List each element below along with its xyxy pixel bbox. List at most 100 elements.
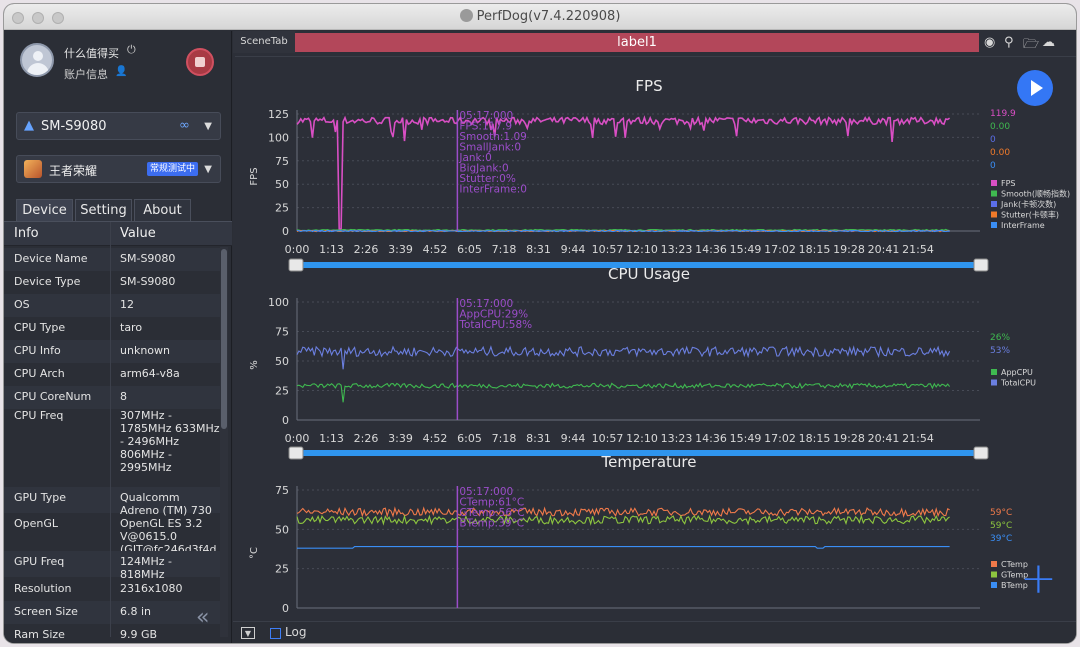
chart-title: FPS [635, 77, 662, 95]
collapse-sidebar-icon[interactable]: « [196, 605, 209, 630]
current-value-label: 0.00 [990, 122, 1010, 132]
series-line [297, 546, 950, 549]
account-info-link[interactable]: 账户信息 [64, 66, 108, 82]
link-icon[interactable]: ∞ [179, 118, 190, 133]
info-scrollbar[interactable] [220, 247, 228, 637]
legend-swatch [991, 201, 997, 207]
current-value-label: 0 [990, 135, 996, 145]
x-tick-label: 7:18 [492, 432, 517, 445]
y-tick-label: 25 [275, 202, 289, 215]
x-tick-label: 14:36 [695, 243, 727, 256]
x-tick-label: 15:49 [730, 432, 762, 445]
folder-icon[interactable]: 🗁 [1023, 35, 1039, 57]
x-tick-label: 4:52 [423, 432, 448, 445]
info-value: Qualcomm Adreno (TM) 730 [120, 491, 212, 517]
log-label: Log [285, 625, 307, 639]
legend-label: TotalCPU [1000, 379, 1036, 388]
current-value-label: 59°C [990, 521, 1012, 531]
x-tick-label: 3:39 [388, 243, 413, 256]
x-tick-label: 1:13 [319, 432, 344, 445]
chevron-down-icon: ▼ [204, 121, 212, 132]
info-key: CPU Arch [14, 367, 65, 380]
tab-setting[interactable]: Setting [75, 199, 132, 221]
range-slider-handle-left [288, 446, 304, 460]
x-tick-label: 9:44 [561, 243, 586, 256]
series-line [296, 514, 950, 526]
x-tick-label: 1:13 [319, 243, 344, 256]
chart-title: Temperature [600, 453, 696, 471]
expand-down-icon[interactable]: ▼ [241, 627, 255, 639]
x-tick-label: 8:31 [526, 243, 551, 256]
tab-device[interactable]: Device [16, 199, 73, 221]
cursor-readout: TotalCPU:58% [458, 319, 532, 331]
y-tick-label: 0 [282, 414, 289, 427]
sidebar: 什么值得买 ⏻ 账户信息 👤 ▲ SM-S9080 ∞ ▼ 王者荣耀 常规测试中… [4, 31, 232, 643]
range-slider-handle-right [973, 258, 989, 272]
x-tick-label: 20:41 [868, 432, 900, 445]
info-key: CPU Freq [14, 409, 64, 422]
x-tick-label: 19:28 [833, 432, 865, 445]
y-tick-label: 75 [275, 155, 289, 168]
legend-label: Stutter(卡顿率) [1001, 210, 1059, 220]
power-icon[interactable]: ⏻ [127, 43, 136, 57]
y-axis-label: °C [249, 547, 260, 559]
plus-icon[interactable]: + [1020, 557, 1057, 601]
current-value-label: 59°C [990, 508, 1012, 518]
series-line [296, 382, 951, 403]
charts-svg: FPS FPS 0 25 50 75 100 125 0:00 1:13 2:26 3:39 4:52 6… [249, 77, 1070, 643]
chart-title: CPU Usage [608, 265, 690, 283]
x-tick-label: 6:05 [457, 243, 482, 256]
info-value: 307MHz - 1785MHz 633MHz - 2496MHz 806MHz… [120, 409, 220, 474]
column-header-value: Value [120, 226, 156, 241]
device-name: SM-S9080 [41, 119, 107, 134]
device-selector[interactable]: ▲ SM-S9080 ∞ ▼ [16, 112, 221, 140]
info-value: 8 [120, 390, 127, 403]
y-tick-label: 0 [282, 225, 289, 238]
avatar[interactable] [20, 43, 54, 77]
info-value: 12 [120, 298, 134, 311]
info-value: SM-S9080 [120, 275, 176, 288]
y-tick-label: 50 [275, 355, 289, 368]
title-bar: PerfDog(v7.4.220908) [4, 4, 1076, 30]
pin-icon[interactable]: ⚲ [1004, 35, 1014, 50]
window-title: PerfDog(v7.4.220908) [476, 9, 621, 24]
x-tick-label: 2:26 [354, 432, 379, 445]
record-icon[interactable] [186, 48, 214, 76]
log-checkbox[interactable] [270, 628, 281, 639]
scene-tab[interactable]: SceneTab [233, 31, 295, 53]
x-tick-label: 17:02 [764, 243, 796, 256]
x-tick-label: 9:44 [561, 432, 586, 445]
cloud-icon[interactable]: ☁ [1042, 35, 1055, 50]
username: 什么值得买 [64, 47, 119, 60]
tab-about[interactable]: About [134, 199, 191, 221]
x-tick-label: 14:36 [695, 432, 727, 445]
legend-label: FPS [1001, 179, 1016, 188]
scroll-thumb[interactable] [221, 249, 227, 429]
legend-swatch [991, 571, 997, 578]
play-icon[interactable] [1017, 70, 1053, 106]
current-value-label: 0.00 [990, 148, 1010, 158]
series-line [296, 115, 951, 230]
x-tick-label: 10:57 [592, 432, 624, 445]
x-tick-label: 3:39 [388, 432, 413, 445]
bottom-bar: ▼ Log [233, 621, 1076, 643]
x-tick-label: 18:15 [799, 243, 831, 256]
perfdog-logo-icon [459, 9, 473, 22]
x-tick-label: 13:23 [661, 432, 693, 445]
avatar-head-shape [33, 51, 43, 61]
legend-swatch [991, 582, 997, 588]
info-key: GPU Freq [14, 555, 65, 568]
info-key: Resolution [14, 582, 72, 595]
y-axis-label: FPS [249, 167, 260, 185]
cursor-readout: InterFrame:0 [459, 184, 527, 196]
app-selector[interactable]: 王者荣耀 常规测试中 ▼ [16, 155, 221, 183]
location-icon[interactable]: ◉ [984, 35, 995, 50]
x-tick-label: 8:31 [526, 432, 551, 445]
info-value: SM-S9080 [120, 252, 176, 265]
app-name: 王者荣耀 [49, 164, 98, 178]
y-tick-label: 125 [268, 108, 289, 121]
legend-swatch [991, 211, 997, 218]
y-tick-label: 25 [275, 385, 289, 398]
column-divider [110, 222, 111, 637]
scene-label-bar[interactable]: label1 [295, 33, 979, 52]
